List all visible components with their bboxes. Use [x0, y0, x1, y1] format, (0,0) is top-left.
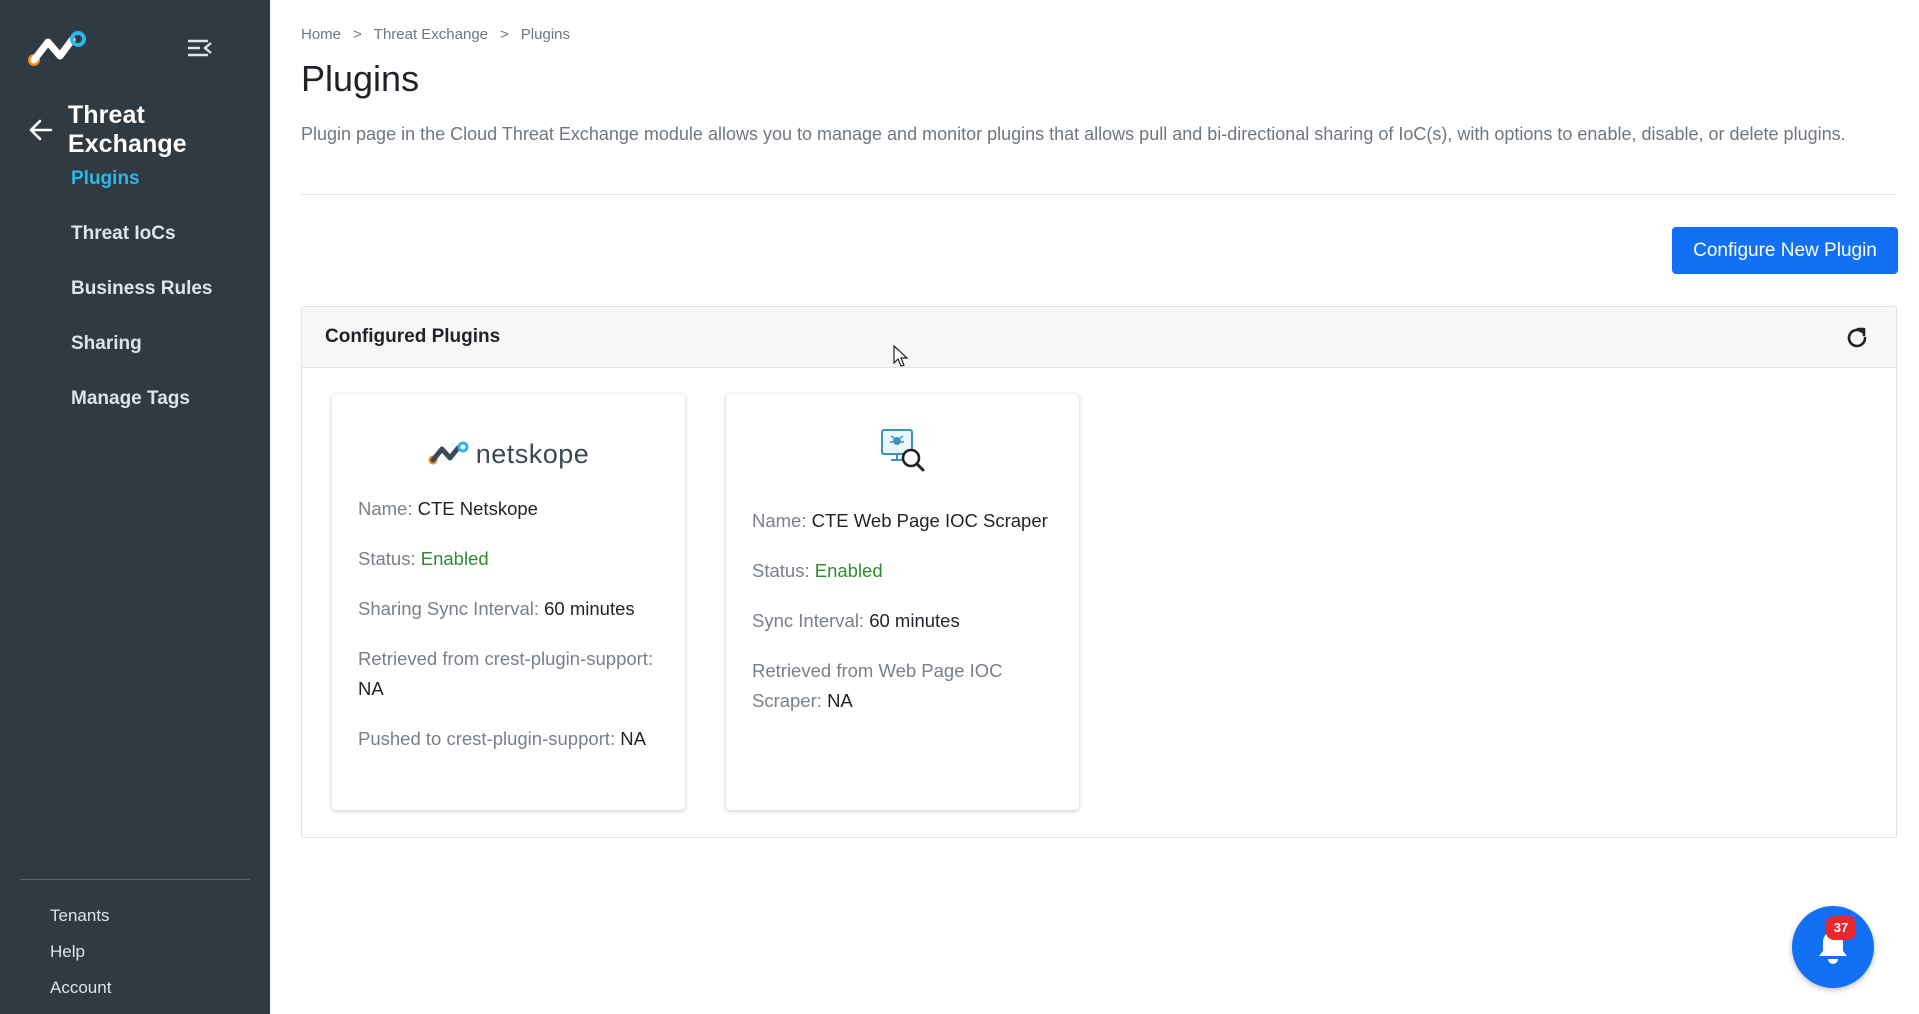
- configured-plugins-panel: Configured Plugins netskope Name: CTE Ne…: [301, 306, 1897, 838]
- collapse-menu-icon[interactable]: [186, 36, 214, 60]
- mouse-cursor-icon: [893, 345, 909, 367]
- plugin-retrieved: Retrieved from Web Page IOC Scraper: NA: [752, 660, 1003, 711]
- notification-count-badge: 37: [1826, 916, 1856, 940]
- sidebar-bottom-nav: Tenants Help Account: [0, 898, 270, 1006]
- plugin-logo: netskope: [332, 394, 685, 494]
- breadcrumb-plugins: Plugins: [520, 26, 570, 43]
- plugin-logo: [726, 394, 1079, 506]
- plugin-card-netskope[interactable]: netskope Name: CTE Netskope Status: Enab…: [332, 394, 685, 810]
- sidebar-item-manage-tags[interactable]: Manage Tags: [0, 378, 270, 433]
- plugin-fields: Name: CTE Web Page IOC Scraper Status: E…: [726, 506, 1079, 716]
- status-badge: Enabled: [814, 560, 883, 581]
- sidebar-divider: [20, 879, 250, 880]
- plugin-pushed: Pushed to crest-plugin-support: NA: [358, 728, 646, 749]
- sidebar-item-threat-iocs[interactable]: Threat IoCs: [0, 213, 270, 268]
- plugin-card-web-page-ioc-scraper[interactable]: Name: CTE Web Page IOC Scraper Status: E…: [726, 394, 1079, 810]
- divider: [301, 194, 1897, 195]
- sidebar: Threat Exchange Plugins Threat IoCs Busi…: [0, 0, 270, 1014]
- plugin-status: Status: Enabled: [752, 560, 883, 581]
- configure-new-plugin-button[interactable]: Configure New Plugin: [1672, 227, 1898, 274]
- refresh-icon[interactable]: [1844, 325, 1870, 351]
- section-title: Threat Exchange: [67, 101, 187, 158]
- netskope-logo-icon[interactable]: [26, 30, 90, 70]
- plugin-fields: Name: CTE Netskope Status: Enabled Shari…: [332, 494, 685, 754]
- sidebar-item-business-rules[interactable]: Business Rules: [0, 268, 270, 323]
- status-badge: Enabled: [420, 548, 489, 569]
- page-description: Plugin page in the Cloud Threat Exchange…: [301, 124, 1846, 144]
- panel-header: Configured Plugins: [302, 307, 1896, 368]
- plugin-status: Status: Enabled: [358, 548, 489, 569]
- breadcrumb: Home > Threat Exchange > Plugins: [301, 26, 570, 43]
- netskope-brand: netskope: [428, 439, 590, 470]
- plugin-retrieved: Retrieved from crest-plugin-support: NA: [358, 648, 654, 699]
- netskope-logo-text: netskope: [475, 438, 590, 469]
- sidebar-item-tenants[interactable]: Tenants: [0, 898, 270, 934]
- back-to-modules[interactable]: Threat Exchange: [28, 101, 270, 159]
- sidebar-item-plugins[interactable]: Plugins: [0, 158, 270, 213]
- web-scraper-icon: [880, 429, 924, 472]
- panel-title: Configured Plugins: [325, 326, 501, 347]
- sidebar-item-help[interactable]: Help: [0, 934, 270, 970]
- page-title: Plugins: [301, 58, 420, 99]
- plugin-name: Name: CTE Web Page IOC Scraper: [752, 510, 1048, 531]
- netskope-logo-icon: [428, 441, 469, 465]
- notifications-button[interactable]: 37: [1792, 906, 1874, 988]
- plugin-sync-interval: Sync Interval: 60 minutes: [752, 610, 960, 631]
- plugin-sync-interval: Sharing Sync Interval: 60 minutes: [358, 598, 635, 619]
- breadcrumb-home[interactable]: Home: [301, 26, 341, 43]
- main-content: Home > Threat Exchange > Plugins Plugins…: [301, 0, 1898, 1014]
- arrow-left-icon: [29, 119, 53, 141]
- sidebar-nav: Plugins Threat IoCs Business Rules Shari…: [0, 158, 270, 433]
- sidebar-item-sharing[interactable]: Sharing: [0, 323, 270, 378]
- breadcrumb-separator: >: [353, 26, 362, 43]
- breadcrumb-threat-exchange[interactable]: Threat Exchange: [374, 26, 488, 43]
- sidebar-item-account[interactable]: Account: [0, 970, 270, 1006]
- plugin-name: Name: CTE Netskope: [358, 498, 538, 519]
- breadcrumb-separator: >: [500, 26, 509, 43]
